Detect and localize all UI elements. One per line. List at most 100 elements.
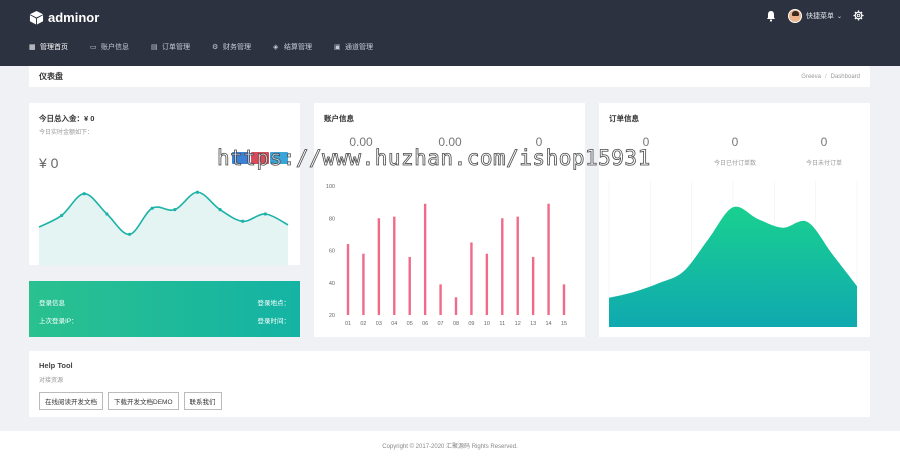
sparkline-point [263,212,267,216]
x-tick-label: 07 [438,321,444,327]
x-tick-label: 05 [407,321,413,327]
nav-item-account[interactable]: ▭ 账户信息 [90,42,129,52]
user-menu[interactable]: 快捷菜单 ⌄ [788,9,842,23]
footer-copyright: Copyright © 2017-2020 汇聚源码 Rights Reserv… [382,444,518,450]
nav-item-home[interactable]: ▦ 管理首页 [29,42,68,52]
bar [562,284,566,315]
x-tick-label: 11 [499,321,505,327]
settings-gear-icon[interactable] [853,10,864,21]
nav-item-settlement[interactable]: ◈ 结算管理 [273,42,312,52]
bar [423,203,427,315]
x-tick-label: 09 [468,321,474,327]
chevron-down-icon: ⌄ [837,13,843,20]
y-tick-label: 20 [329,313,335,319]
sparkline-point [241,219,245,223]
grid-icon: ▦ [29,43,36,51]
login-location-label: 登录地点： [257,300,291,307]
watermark-text: https://www.huzhan.com/ishop15931 [217,146,651,171]
account-bar-chart: 20 40 60 80 100 01 02 03 04 05 06 07 08 09 10 11 12 13 14 1… [326,184,567,327]
help-buttons: 在线阅读开发文档 下载开发文档DEMO 联系我们 [39,392,222,410]
orders-card: 订单信息 0 0 今日已付订单数 0 今日未付订单 [599,103,870,337]
bar [485,253,489,315]
breadcrumb-current: Dashboard [830,73,860,80]
login-info-card: 登录信息 登录地点： 上次登录IP： 登录时间： [29,281,300,337]
page-header: 仪表盘 Greeva / Dashboard [29,66,870,87]
sparkline-area [39,192,288,265]
sparkline-point [127,232,132,236]
x-tick-label: 03 [376,321,382,327]
nav-label: 财务管理 [223,44,251,51]
bar [393,216,396,315]
orders-area-chart [608,181,858,327]
help-title: Help Tool [39,361,73,370]
contact-us-button[interactable]: 联系我们 [183,392,222,410]
nav-label: 订单管理 [162,44,190,51]
bar [531,256,535,315]
income-sparkline-chart [38,190,289,265]
income-card: 今日总入金：¥ 0 今日实时金额如下： ¥ 0 [29,103,300,265]
card-icon: ▭ [90,43,97,51]
nav-label: 管理首页 [40,44,68,51]
area-series [609,206,857,327]
breadcrumb-root[interactable]: Greeva [801,74,821,80]
x-tick-label: 02 [360,321,366,327]
last-login-ip-label: 上次登录IP： [39,318,78,325]
main-nav: ▦ 管理首页 ▭ 账户信息 ▤ 订单管理 ⚙ 财务管理 ◈ 结算管理 ▣ 通道管… [29,42,395,52]
list-icon: ▤ [151,43,158,51]
x-tick-label: 13 [530,321,536,327]
page-title: 仪表盘 [39,72,63,81]
help-subtitle: 对接资源 [39,378,64,384]
nav-label: 结算管理 [284,44,312,51]
sparkline-point [60,213,64,218]
logo-text: adminor [48,9,100,25]
bar [470,242,473,315]
nav-item-channel[interactable]: ▣ 通道管理 [334,42,373,52]
bar [408,256,411,315]
y-tick-label: 80 [329,216,335,222]
breadcrumb-separator: / [824,73,827,80]
read-docs-button[interactable]: 在线阅读开发文档 [39,392,103,410]
nav-label: 账户信息 [101,44,129,51]
sparkline-point [150,206,154,210]
nav-item-finance[interactable]: ⚙ 财务管理 [212,42,251,52]
user-name: 快捷菜单 [806,13,834,20]
bar [439,284,442,315]
bar [362,253,365,315]
bar [516,216,519,315]
bar [346,244,350,315]
y-tick-label: 100 [326,184,335,190]
layers-icon: ◈ [273,43,279,51]
help-tool-card: Help Tool 对接资源 在线阅读开发文档 下载开发文档DEMO 联系我们 [29,351,870,417]
avatar [788,9,802,23]
nav-item-orders[interactable]: ▤ 订单管理 [151,42,190,52]
sparkline-point [173,208,177,212]
sparkline-point [82,192,86,196]
nav-label: 通道管理 [345,44,373,51]
window-icon: ▣ [334,43,341,51]
x-tick-label: 01 [345,321,351,327]
y-tick-label: 40 [329,281,335,287]
bar [454,297,458,315]
bar [547,203,550,315]
account-card: 账户信息 0.00 0.00 0 20 40 60 80 100 01 02 03 04 05 06… [314,103,585,337]
breadcrumb: Greeva / Dashboard [801,74,860,80]
login-info-label: 登录信息 [39,300,65,307]
x-tick-label: 12 [515,321,521,327]
x-tick-label: 15 [561,321,567,327]
bar [377,218,381,315]
gear-icon: ⚙ [212,43,219,51]
sparkline-point [218,208,222,212]
logo[interactable]: adminor [29,9,99,25]
top-bar: adminor 快捷菜单 ⌄ ▦ 管理首页 ▭ 账户信息 ▤ 订单管理 ⚙ 财务… [0,0,900,66]
cube-logo-icon [29,10,44,25]
login-time-label: 登录时间： [257,318,291,325]
sparkline-point [105,212,109,216]
download-demo-button[interactable]: 下载开发文档DEMO [108,392,179,410]
sparkline-point [195,190,200,194]
x-tick-label: 08 [453,321,459,327]
x-tick-label: 10 [484,321,490,327]
bell-icon[interactable] [765,10,777,22]
bar [501,218,504,315]
x-tick-label: 14 [546,321,552,327]
y-tick-label: 60 [329,249,335,255]
